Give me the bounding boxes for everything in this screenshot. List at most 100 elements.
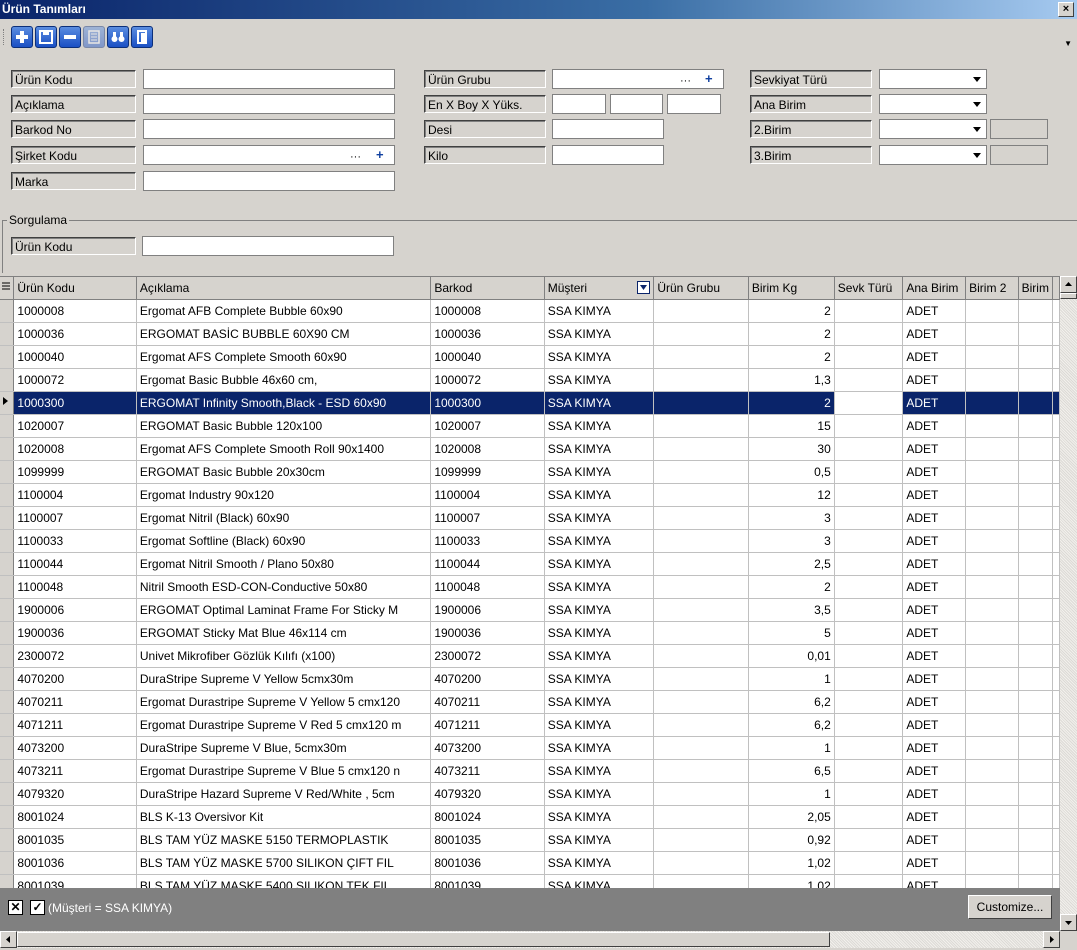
table-cell[interactable]: ADET — [902, 736, 967, 760]
column-header[interactable]: Birim 2 — [965, 277, 1019, 300]
table-cell[interactable]: ADET — [902, 713, 967, 737]
table-cell[interactable] — [965, 874, 1019, 889]
table-cell[interactable] — [834, 345, 904, 369]
table-row[interactable]: 1900036 ERGOMAT Sticky Mat Blue 46x114 cm… — [0, 621, 1060, 645]
table-cell[interactable] — [1018, 621, 1054, 645]
table-cell[interactable]: ADET — [902, 621, 967, 645]
table-cell[interactable] — [653, 713, 749, 737]
table-cell[interactable]: Nitril Smooth ESD-CON-Conductive 50x80 — [136, 575, 432, 599]
table-cell[interactable]: 4073200 — [430, 736, 545, 760]
table-cell[interactable]: ERGOMAT Sticky Mat Blue 46x114 cm — [136, 621, 432, 645]
table-cell[interactable] — [1018, 414, 1054, 438]
row-indicator[interactable] — [0, 437, 15, 461]
table-cell[interactable]: ADET — [902, 690, 967, 714]
row-indicator[interactable] — [0, 713, 15, 737]
table-cell[interactable] — [965, 299, 1019, 323]
table-cell[interactable]: SSA KIMYA — [544, 322, 655, 346]
table-cell[interactable]: 1000036 — [430, 322, 545, 346]
table-cell[interactable]: Ergomat Nitril Smooth / Plano 50x80 — [136, 552, 432, 576]
row-indicator[interactable] — [0, 828, 15, 852]
column-header[interactable]: Sevk Türü — [834, 277, 904, 300]
table-cell[interactable]: ADET — [902, 851, 967, 875]
sirket-kodu-input[interactable]: ··· + — [143, 145, 395, 165]
row-indicator[interactable] — [0, 529, 15, 553]
table-cell[interactable]: 8001024 — [430, 805, 545, 829]
table-cell[interactable] — [1018, 575, 1054, 599]
table-row[interactable]: 4070200 DuraStripe Supreme V Yellow 5cmx3… — [0, 667, 1060, 691]
desi-input[interactable] — [552, 119, 664, 139]
table-cell[interactable]: 1 — [748, 782, 835, 806]
table-cell[interactable] — [965, 644, 1019, 668]
table-cell[interactable]: Ergomat AFB Complete Bubble 60x90 — [136, 299, 432, 323]
table-row[interactable]: 4070211 Ergomat Durastripe Supreme V Yell… — [0, 690, 1060, 714]
table-cell[interactable]: 4070200 — [430, 667, 545, 691]
table-cell[interactable]: Ergomat Nitril (Black) 60x90 — [136, 506, 432, 530]
table-cell[interactable] — [834, 391, 904, 415]
close-button[interactable]: × — [1058, 2, 1074, 17]
delete-button[interactable] — [59, 26, 81, 48]
row-indicator[interactable] — [0, 621, 15, 645]
row-indicator[interactable] — [0, 782, 15, 806]
table-cell[interactable]: Ergomat AFS Complete Smooth Roll 90x1400 — [136, 437, 432, 461]
table-cell[interactable] — [653, 322, 749, 346]
table-cell[interactable]: ADET — [902, 299, 967, 323]
birim3-select[interactable] — [879, 145, 987, 165]
table-cell[interactable] — [1018, 805, 1054, 829]
table-row[interactable]: 4073200 DuraStripe Supreme V Blue, 5cmx30… — [0, 736, 1060, 760]
row-indicator[interactable] — [0, 598, 15, 622]
filter-text[interactable]: (Müşteri = SSA KIMYA) — [48, 901, 172, 915]
table-cell[interactable] — [653, 644, 749, 668]
table-cell[interactable] — [653, 575, 749, 599]
table-cell[interactable] — [653, 299, 749, 323]
table-cell[interactable]: 1000300 — [13, 391, 137, 415]
ana-birim-select[interactable] — [879, 94, 987, 114]
row-indicator[interactable] — [0, 506, 15, 530]
row-indicator[interactable] — [0, 690, 15, 714]
table-cell[interactable]: ADET — [902, 368, 967, 392]
chevron-down-icon[interactable] — [969, 97, 984, 111]
exit-button[interactable] — [131, 26, 153, 48]
table-cell[interactable]: SSA KIMYA — [544, 598, 655, 622]
table-cell[interactable] — [1018, 345, 1054, 369]
table-cell[interactable] — [965, 805, 1019, 829]
row-indicator[interactable] — [0, 414, 15, 438]
table-cell[interactable]: 1100007 — [13, 506, 137, 530]
table-cell[interactable] — [653, 598, 749, 622]
table-cell[interactable] — [834, 805, 904, 829]
table-cell[interactable]: 1000300 — [430, 391, 545, 415]
table-cell[interactable]: ADET — [902, 391, 967, 415]
row-indicator[interactable] — [0, 759, 15, 783]
scroll-right-button[interactable] — [1043, 931, 1060, 948]
row-indicator[interactable] — [0, 322, 15, 346]
table-row[interactable]: 4073211 Ergomat Durastripe Supreme V Blue… — [0, 759, 1060, 783]
table-cell[interactable]: SSA KIMYA — [544, 805, 655, 829]
table-cell[interactable] — [965, 828, 1019, 852]
table-cell[interactable]: 0,01 — [748, 644, 835, 668]
table-cell[interactable]: ERGOMAT Optimal Laminat Frame For Sticky… — [136, 598, 432, 622]
table-cell[interactable]: ADET — [902, 345, 967, 369]
table-cell[interactable]: ADET — [902, 759, 967, 783]
list-button[interactable] — [83, 26, 105, 48]
table-cell[interactable] — [653, 759, 749, 783]
table-cell[interactable] — [1018, 506, 1054, 530]
table-cell[interactable] — [1018, 690, 1054, 714]
customize-button[interactable]: Customize... — [968, 895, 1052, 919]
table-cell[interactable] — [965, 782, 1019, 806]
table-cell[interactable]: 1000072 — [430, 368, 545, 392]
table-cell[interactable]: 1100044 — [13, 552, 137, 576]
urun-kodu-input[interactable] — [143, 69, 395, 89]
table-cell[interactable]: 1000072 — [13, 368, 137, 392]
table-cell[interactable]: ADET — [902, 782, 967, 806]
table-cell[interactable]: SSA KIMYA — [544, 690, 655, 714]
table-cell[interactable]: 6,2 — [748, 713, 835, 737]
table-cell[interactable]: 1020007 — [13, 414, 137, 438]
table-cell[interactable] — [834, 552, 904, 576]
table-cell[interactable]: BLS K-13 Oversivor Kit — [136, 805, 432, 829]
filter-icon[interactable] — [637, 281, 651, 294]
table-cell[interactable]: 6,2 — [748, 690, 835, 714]
table-cell[interactable] — [834, 644, 904, 668]
table-cell[interactable]: SSA KIMYA — [544, 460, 655, 484]
table-cell[interactable] — [1018, 437, 1054, 461]
table-row[interactable]: 1000040 Ergomat AFS Complete Smooth 60x90… — [0, 345, 1060, 369]
table-cell[interactable] — [1018, 391, 1054, 415]
